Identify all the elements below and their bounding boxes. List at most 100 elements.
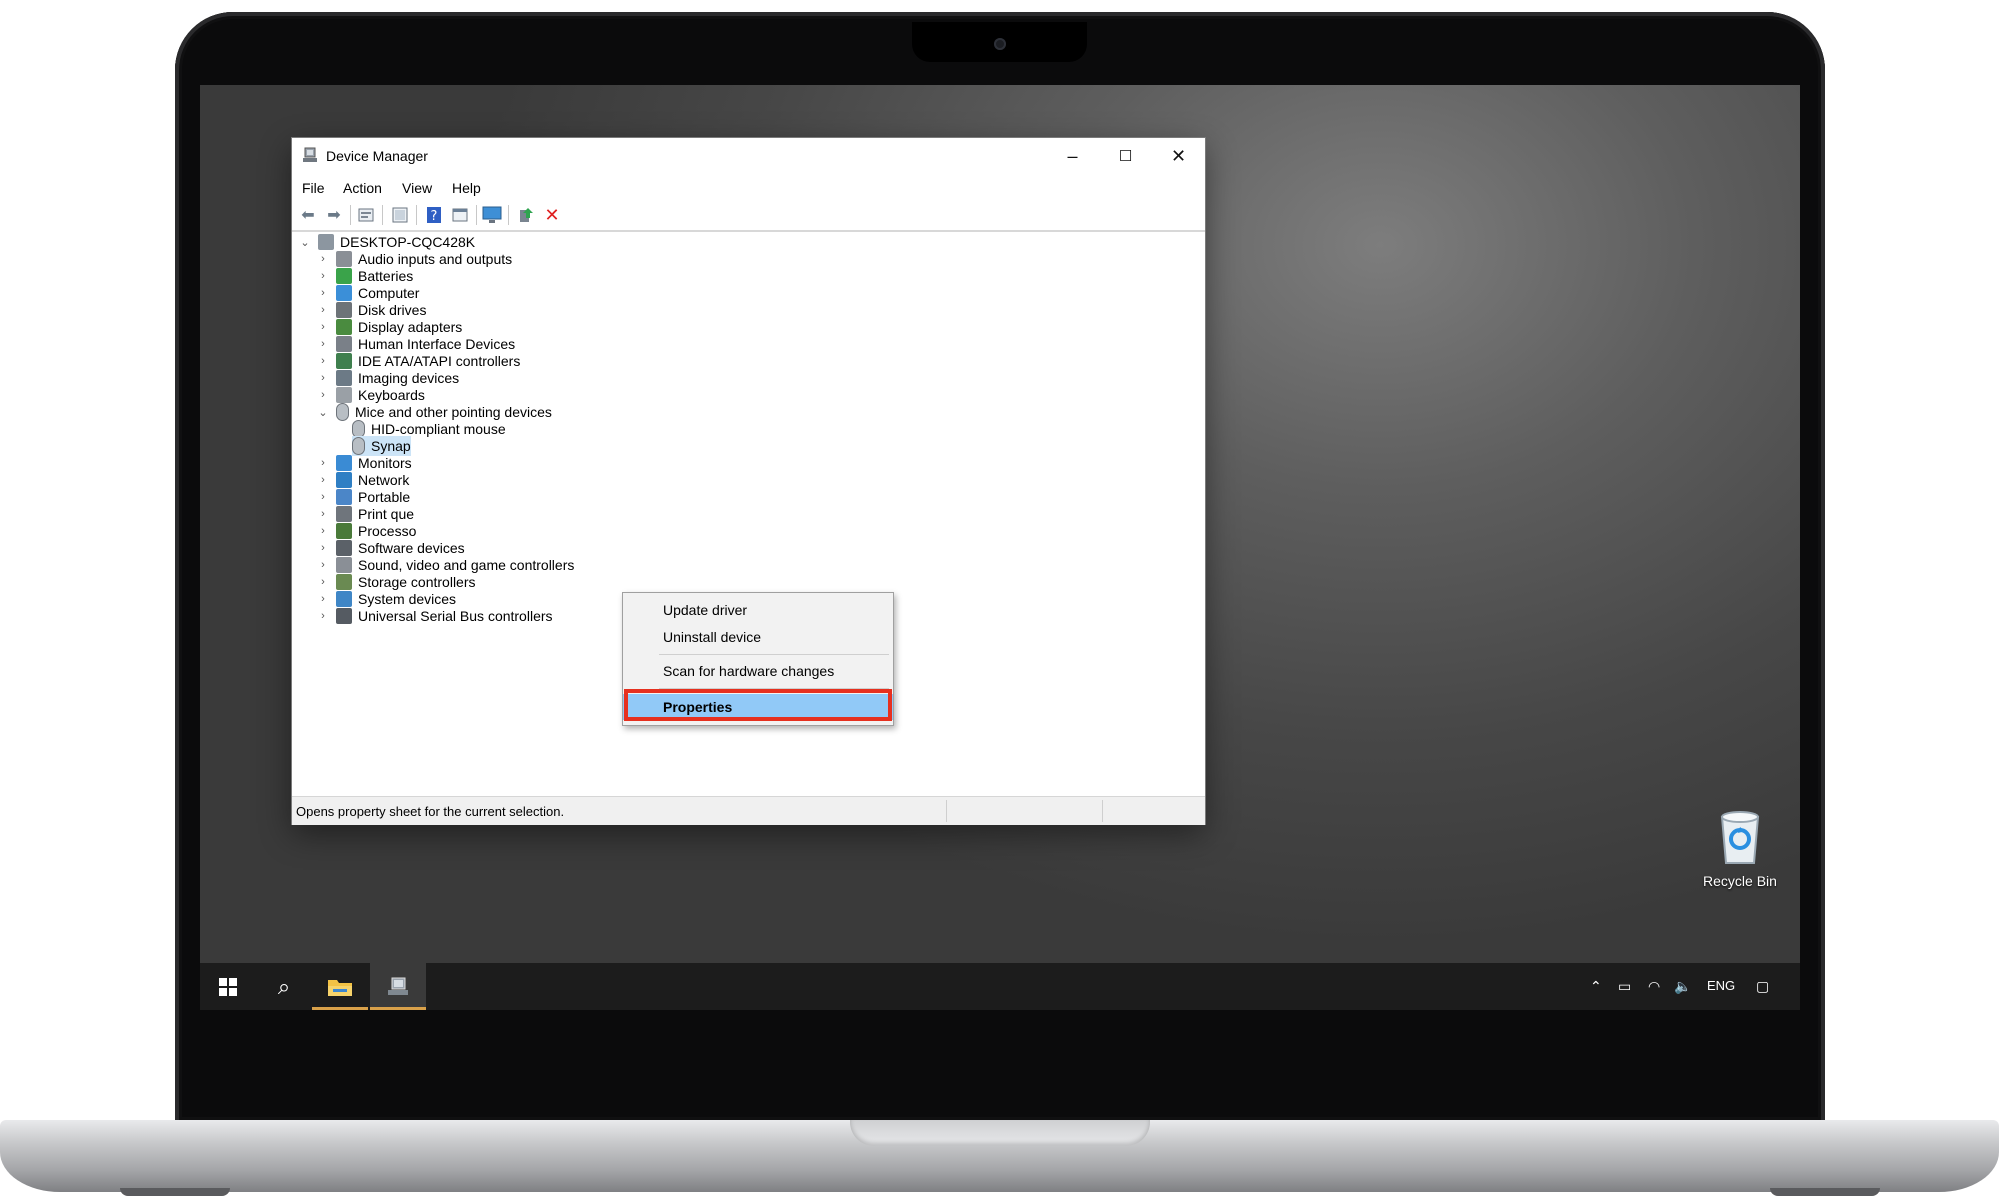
update-driver-item[interactable]: Update driver bbox=[623, 597, 893, 623]
chevron-right-icon[interactable]: › bbox=[316, 542, 330, 554]
chevron-right-icon[interactable]: › bbox=[316, 508, 330, 520]
chevron-right-icon[interactable]: › bbox=[316, 474, 330, 486]
menu-help[interactable]: Help bbox=[452, 180, 481, 196]
folder-icon bbox=[328, 979, 352, 996]
battery-icon[interactable]: ▭ bbox=[1618, 978, 1631, 995]
hid-icon bbox=[336, 336, 352, 352]
tree-item-label: Storage controllers bbox=[358, 574, 476, 590]
chevron-right-icon[interactable]: › bbox=[316, 355, 330, 367]
status-text: Opens property sheet for the current sel… bbox=[296, 804, 565, 819]
tree-item-label: Software devices bbox=[358, 540, 465, 556]
chevron-right-icon[interactable]: › bbox=[316, 559, 330, 571]
recycle-bin-label: Recycle Bin bbox=[1703, 873, 1777, 889]
chevron-up-icon[interactable]: ⌃ bbox=[1590, 978, 1602, 995]
menu-view[interactable]: View bbox=[402, 180, 432, 196]
properties-icon[interactable] bbox=[356, 205, 376, 225]
chevron-right-icon[interactable]: › bbox=[316, 270, 330, 282]
tree-item-label: Imaging devices bbox=[358, 370, 460, 386]
svg-text:?: ? bbox=[431, 209, 438, 224]
tree-item-label: Human Interface Devices bbox=[358, 336, 516, 352]
laptop-opening-notch bbox=[850, 1120, 1150, 1146]
chevron-down-icon[interactable]: ⌄ bbox=[316, 406, 330, 419]
menu-file[interactable]: File bbox=[302, 180, 325, 196]
help-icon[interactable]: ? bbox=[424, 205, 444, 225]
tree-item-label: Sound, video and game controllers bbox=[358, 557, 575, 573]
notifications-icon[interactable]: ▢ bbox=[1756, 978, 1769, 995]
title-bar[interactable]: Device Manager – ☐ ✕ bbox=[292, 138, 1205, 174]
device-manager-taskbar-button[interactable] bbox=[370, 963, 426, 1010]
toolbar-separator bbox=[350, 205, 351, 225]
recycle-bin[interactable]: Recycle Bin bbox=[1690, 807, 1790, 897]
monitor-icon bbox=[336, 455, 352, 471]
tree-item-label: Mice and other pointing devices bbox=[355, 404, 552, 420]
menu-item-label: Uninstall device bbox=[663, 629, 762, 645]
chevron-right-icon[interactable]: › bbox=[316, 372, 330, 384]
chevron-right-icon[interactable]: › bbox=[316, 389, 330, 401]
language-indicator[interactable]: ENG bbox=[1707, 978, 1735, 993]
chevron-right-icon[interactable]: › bbox=[316, 576, 330, 588]
minimize-button[interactable]: – bbox=[1046, 138, 1099, 174]
chevron-right-icon[interactable]: › bbox=[316, 593, 330, 605]
software-icon bbox=[336, 540, 352, 556]
tree-item-label: HID-compliant mouse bbox=[371, 421, 506, 437]
desktop-screen: Device Manager – ☐ ✕ File Action View He… bbox=[200, 85, 1800, 1010]
tree-item-label: Display adapters bbox=[358, 319, 463, 335]
chevron-right-icon[interactable]: › bbox=[316, 610, 330, 622]
computer-icon bbox=[336, 285, 352, 301]
uninstall-icon[interactable]: ✕ bbox=[542, 205, 562, 225]
tree-item-label: Keyboards bbox=[358, 387, 425, 403]
toolbar-separator bbox=[416, 205, 417, 225]
close-button[interactable]: ✕ bbox=[1152, 138, 1205, 174]
chevron-right-icon[interactable]: › bbox=[316, 304, 330, 316]
device-manager-icon bbox=[303, 147, 317, 162]
back-arrow-icon[interactable]: ⬅ bbox=[298, 205, 318, 225]
tree-item-label: Synap bbox=[371, 438, 411, 454]
storage-icon bbox=[336, 574, 352, 590]
update-driver-icon[interactable] bbox=[516, 205, 536, 225]
search-button[interactable]: ⌕ bbox=[256, 963, 312, 1010]
chevron-down-icon[interactable]: ⌄ bbox=[298, 236, 312, 249]
menu-separator bbox=[659, 654, 889, 655]
chevron-right-icon[interactable]: › bbox=[316, 253, 330, 265]
chevron-right-icon[interactable]: › bbox=[316, 321, 330, 333]
chevron-right-icon[interactable]: › bbox=[316, 338, 330, 350]
category-item[interactable]: › Universal Serial Bus controllers bbox=[316, 606, 553, 626]
uninstall-device-item[interactable]: Uninstall device bbox=[623, 624, 893, 650]
portable-icon bbox=[336, 489, 352, 505]
active-indicator bbox=[312, 1007, 368, 1010]
speaker-icon bbox=[336, 251, 352, 267]
windows-icon bbox=[219, 977, 237, 996]
chevron-right-icon[interactable]: › bbox=[316, 525, 330, 537]
laptop-foot bbox=[120, 1188, 230, 1196]
wifi-icon[interactable]: ◠ bbox=[1648, 978, 1660, 995]
taskbar: ⌕ ⌃ ▭ ◠ 🔈 ENG ▢ bbox=[200, 963, 1800, 1010]
file-explorer-button[interactable] bbox=[312, 963, 368, 1010]
tree-item-label: Print que bbox=[358, 506, 415, 522]
laptop-foot bbox=[1770, 1188, 1880, 1196]
toolbar-separator bbox=[476, 205, 477, 225]
tree-item-label: Universal Serial Bus controllers bbox=[358, 608, 553, 624]
scan-hardware-item[interactable]: Scan for hardware changes bbox=[623, 658, 893, 684]
show-hidden-icon[interactable] bbox=[390, 205, 410, 225]
forward-arrow-icon[interactable]: ➡ bbox=[324, 205, 344, 225]
highlight-box bbox=[624, 689, 892, 721]
menu-action[interactable]: Action bbox=[343, 180, 382, 196]
speaker-icon bbox=[336, 557, 352, 573]
resources-view-icon[interactable] bbox=[450, 205, 470, 225]
menu-item-label: Scan for hardware changes bbox=[663, 663, 835, 679]
chevron-right-icon[interactable]: › bbox=[316, 287, 330, 299]
disk-icon bbox=[336, 302, 352, 318]
device-manager-icon bbox=[388, 977, 408, 995]
tree-item-label: System devices bbox=[358, 591, 457, 607]
volume-icon[interactable]: 🔈 bbox=[1674, 978, 1691, 995]
start-button[interactable] bbox=[200, 963, 256, 1010]
status-divider bbox=[1102, 800, 1103, 822]
tree-item-label: Batteries bbox=[358, 268, 414, 284]
chevron-right-icon[interactable]: › bbox=[316, 491, 330, 503]
computer-monitor-icon[interactable] bbox=[482, 205, 502, 225]
display-icon bbox=[336, 319, 352, 335]
tree-item-label: Audio inputs and outputs bbox=[358, 251, 513, 267]
maximize-button[interactable]: ☐ bbox=[1099, 138, 1152, 174]
tree-item-label: Computer bbox=[358, 285, 420, 301]
chevron-right-icon[interactable]: › bbox=[316, 457, 330, 469]
